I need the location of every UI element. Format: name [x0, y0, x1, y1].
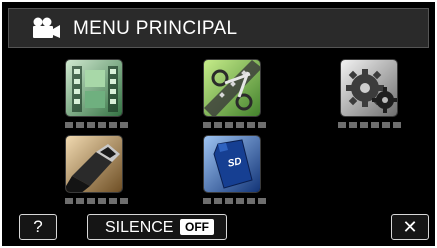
film-edit-scissors-icon [204, 60, 260, 116]
menu-item-label-placeholder [338, 122, 401, 128]
menu-item-edit[interactable] [203, 59, 261, 117]
help-button[interactable]: ? [19, 214, 57, 240]
hdmi-connector-icon [66, 136, 122, 192]
menu-item-label-placeholder [203, 198, 266, 204]
menu-item-label-placeholder [65, 122, 128, 128]
menu-item-hdmi[interactable] [65, 135, 123, 193]
menu-item-label-placeholder [203, 122, 266, 128]
menu-item-label-placeholder [65, 198, 128, 204]
menu-item-film[interactable] [65, 59, 123, 117]
sd-card-icon: SD [204, 136, 260, 192]
menu-header: MENU PRINCIPAL [8, 8, 429, 48]
close-button[interactable]: ✕ [391, 214, 429, 240]
film-strip-icon [66, 60, 122, 116]
close-icon: ✕ [402, 217, 418, 237]
menu-item-settings[interactable] [340, 59, 398, 117]
silence-state-badge: OFF [180, 219, 214, 235]
page-title: MENU PRINCIPAL [73, 18, 238, 39]
camera-screen: MENU PRINCIPAL SD ? SILENCE OFF ✕ [0, 0, 437, 248]
video-camera-icon [33, 17, 60, 38]
menu-item-sd-card[interactable]: SD [203, 135, 261, 193]
settings-gears-icon [341, 60, 397, 116]
silence-label: SILENCE [105, 219, 174, 236]
silence-toggle-button[interactable]: SILENCE OFF [87, 214, 227, 240]
help-label: ? [33, 217, 43, 236]
